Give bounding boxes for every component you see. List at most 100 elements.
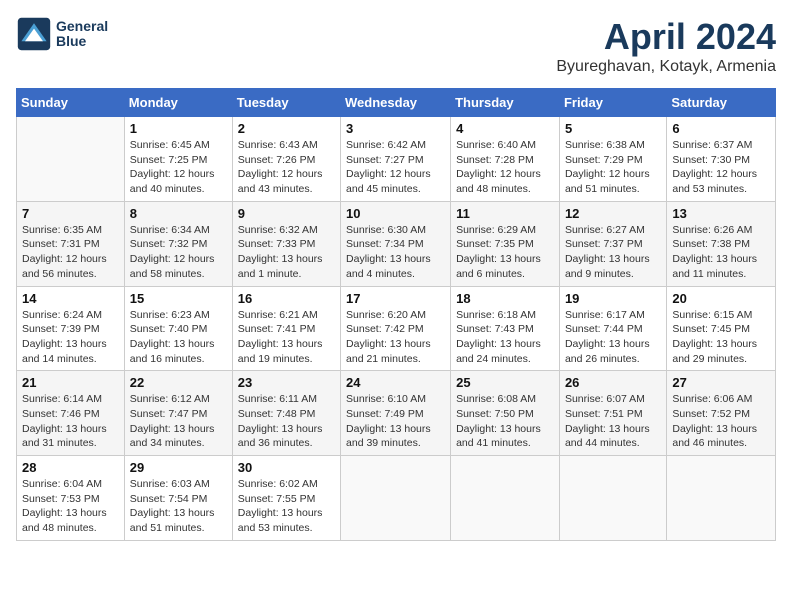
cell-info: Sunrise: 6:21 AMSunset: 7:41 PMDaylight:… — [238, 308, 335, 367]
logo-line1: General — [56, 19, 108, 34]
day-number: 24 — [346, 375, 445, 390]
cell-info: Sunrise: 6:18 AMSunset: 7:43 PMDaylight:… — [456, 308, 554, 367]
day-number: 30 — [238, 460, 335, 475]
day-number: 21 — [22, 375, 119, 390]
calendar-cell: 14Sunrise: 6:24 AMSunset: 7:39 PMDayligh… — [17, 286, 125, 371]
cell-info: Sunrise: 6:10 AMSunset: 7:49 PMDaylight:… — [346, 392, 445, 451]
cell-info: Sunrise: 6:40 AMSunset: 7:28 PMDaylight:… — [456, 138, 554, 197]
calendar-cell: 23 Sunrise: 6:11 AMSunset: 7:48 PMDayligh… — [232, 371, 340, 456]
day-number: 26 — [565, 375, 661, 390]
calendar-cell: 27Sunrise: 6:06 AMSunset: 7:52 PMDayligh… — [667, 371, 776, 456]
calendar-cell: 16 Sunrise: 6:21 AMSunset: 7:41 PMDayligh… — [232, 286, 340, 371]
day-number: 18 — [456, 291, 554, 306]
logo: General Blue — [16, 16, 108, 52]
calendar-cell: 4 Sunrise: 6:40 AMSunset: 7:28 PMDaylight… — [451, 117, 560, 202]
day-number: 3 — [346, 121, 445, 136]
calendar-cell: 15 Sunrise: 6:23 AMSunset: 7:40 PMDayligh… — [124, 286, 232, 371]
cell-info: Sunrise: 6:35 AMSunset: 7:31 PMDaylight:… — [22, 223, 119, 282]
day-number: 16 — [238, 291, 335, 306]
cell-info: Sunrise: 6:27 AMSunset: 7:37 PMDaylight:… — [565, 223, 661, 282]
col-header-thursday: Thursday — [451, 89, 560, 117]
cell-info: Sunrise: 6:17 AMSunset: 7:44 PMDaylight:… — [565, 308, 661, 367]
day-number: 23 — [238, 375, 335, 390]
cell-info: Sunrise: 6:38 AMSunset: 7:29 PMDaylight:… — [565, 138, 661, 197]
cell-info: Sunrise: 6:04 AMSunset: 7:53 PMDaylight:… — [22, 477, 119, 536]
calendar-week-row: 7 Sunrise: 6:35 AMSunset: 7:31 PMDaylight… — [17, 201, 776, 286]
calendar-cell: 1 Sunrise: 6:45 AMSunset: 7:25 PMDaylight… — [124, 117, 232, 202]
cell-info: Sunrise: 6:26 AMSunset: 7:38 PMDaylight:… — [672, 223, 770, 282]
col-header-wednesday: Wednesday — [341, 89, 451, 117]
cell-info: Sunrise: 6:20 AMSunset: 7:42 PMDaylight:… — [346, 308, 445, 367]
calendar-table: SundayMondayTuesdayWednesdayThursdayFrid… — [16, 88, 776, 541]
logo-line2: Blue — [56, 34, 108, 49]
day-number: 15 — [130, 291, 227, 306]
calendar-cell: 12Sunrise: 6:27 AMSunset: 7:37 PMDayligh… — [559, 201, 666, 286]
calendar-cell: 2 Sunrise: 6:43 AMSunset: 7:26 PMDaylight… — [232, 117, 340, 202]
day-number: 1 — [130, 121, 227, 136]
calendar-cell: 29Sunrise: 6:03 AMSunset: 7:54 PMDayligh… — [124, 456, 232, 541]
col-header-sunday: Sunday — [17, 89, 125, 117]
calendar-cell: 17 Sunrise: 6:20 AMSunset: 7:42 PMDayligh… — [341, 286, 451, 371]
day-number: 14 — [22, 291, 119, 306]
cell-info: Sunrise: 6:11 AMSunset: 7:48 PMDaylight:… — [238, 392, 335, 451]
calendar-cell: 10Sunrise: 6:30 AMSunset: 7:34 PMDayligh… — [341, 201, 451, 286]
cell-info: Sunrise: 6:02 AMSunset: 7:55 PMDaylight:… — [238, 477, 335, 536]
calendar-cell: 22 Sunrise: 6:12 AMSunset: 7:47 PMDayligh… — [124, 371, 232, 456]
calendar-cell — [667, 456, 776, 541]
calendar-cell: 19 Sunrise: 6:17 AMSunset: 7:44 PMDayligh… — [559, 286, 666, 371]
cell-info: Sunrise: 6:07 AMSunset: 7:51 PMDaylight:… — [565, 392, 661, 451]
calendar-cell: 6 Sunrise: 6:37 AMSunset: 7:30 PMDaylight… — [667, 117, 776, 202]
calendar-cell: 18 Sunrise: 6:18 AMSunset: 7:43 PMDayligh… — [451, 286, 560, 371]
day-number: 5 — [565, 121, 661, 136]
calendar-week-row: 21Sunrise: 6:14 AMSunset: 7:46 PMDayligh… — [17, 371, 776, 456]
day-number: 29 — [130, 460, 227, 475]
calendar-header-row: SundayMondayTuesdayWednesdayThursdayFrid… — [17, 89, 776, 117]
day-number: 17 — [346, 291, 445, 306]
day-number: 20 — [672, 291, 770, 306]
calendar-cell: 5 Sunrise: 6:38 AMSunset: 7:29 PMDaylight… — [559, 117, 666, 202]
calendar-week-row: 14Sunrise: 6:24 AMSunset: 7:39 PMDayligh… — [17, 286, 776, 371]
calendar-cell: 13 Sunrise: 6:26 AMSunset: 7:38 PMDayligh… — [667, 201, 776, 286]
col-header-saturday: Saturday — [667, 89, 776, 117]
calendar-cell — [341, 456, 451, 541]
day-number: 25 — [456, 375, 554, 390]
day-number: 22 — [130, 375, 227, 390]
cell-info: Sunrise: 6:45 AMSunset: 7:25 PMDaylight:… — [130, 138, 227, 197]
calendar-cell: 7 Sunrise: 6:35 AMSunset: 7:31 PMDaylight… — [17, 201, 125, 286]
page-header: General Blue April 2024 Byureghavan, Kot… — [16, 16, 776, 76]
cell-info: Sunrise: 6:30 AMSunset: 7:34 PMDaylight:… — [346, 223, 445, 282]
col-header-monday: Monday — [124, 89, 232, 117]
cell-info: Sunrise: 6:06 AMSunset: 7:52 PMDaylight:… — [672, 392, 770, 451]
cell-info: Sunrise: 6:42 AMSunset: 7:27 PMDaylight:… — [346, 138, 445, 197]
logo-icon — [16, 16, 52, 52]
day-number: 13 — [672, 206, 770, 221]
day-number: 8 — [130, 206, 227, 221]
calendar-cell: 3 Sunrise: 6:42 AMSunset: 7:27 PMDaylight… — [341, 117, 451, 202]
calendar-week-row: 28Sunrise: 6:04 AMSunset: 7:53 PMDayligh… — [17, 456, 776, 541]
day-number: 6 — [672, 121, 770, 136]
cell-info: Sunrise: 6:34 AMSunset: 7:32 PMDaylight:… — [130, 223, 227, 282]
calendar-cell: 26 Sunrise: 6:07 AMSunset: 7:51 PMDayligh… — [559, 371, 666, 456]
month-title: April 2024 — [556, 16, 776, 58]
cell-info: Sunrise: 6:37 AMSunset: 7:30 PMDaylight:… — [672, 138, 770, 197]
col-header-friday: Friday — [559, 89, 666, 117]
calendar-cell: 8 Sunrise: 6:34 AMSunset: 7:32 PMDaylight… — [124, 201, 232, 286]
calendar-cell: 25 Sunrise: 6:08 AMSunset: 7:50 PMDayligh… — [451, 371, 560, 456]
calendar-cell: 30 Sunrise: 6:02 AMSunset: 7:55 PMDayligh… — [232, 456, 340, 541]
calendar-cell — [451, 456, 560, 541]
cell-info: Sunrise: 6:43 AMSunset: 7:26 PMDaylight:… — [238, 138, 335, 197]
cell-info: Sunrise: 6:12 AMSunset: 7:47 PMDaylight:… — [130, 392, 227, 451]
calendar-cell: 24 Sunrise: 6:10 AMSunset: 7:49 PMDayligh… — [341, 371, 451, 456]
day-number: 11 — [456, 206, 554, 221]
cell-info: Sunrise: 6:23 AMSunset: 7:40 PMDaylight:… — [130, 308, 227, 367]
cell-info: Sunrise: 6:29 AMSunset: 7:35 PMDaylight:… — [456, 223, 554, 282]
day-number: 7 — [22, 206, 119, 221]
cell-info: Sunrise: 6:08 AMSunset: 7:50 PMDaylight:… — [456, 392, 554, 451]
day-number: 2 — [238, 121, 335, 136]
day-number: 19 — [565, 291, 661, 306]
cell-info: Sunrise: 6:15 AMSunset: 7:45 PMDaylight:… — [672, 308, 770, 367]
calendar-cell: 11 Sunrise: 6:29 AMSunset: 7:35 PMDayligh… — [451, 201, 560, 286]
title-area: April 2024 Byureghavan, Kotayk, Armenia — [556, 16, 776, 76]
calendar-cell: 9Sunrise: 6:32 AMSunset: 7:33 PMDaylight… — [232, 201, 340, 286]
day-number: 4 — [456, 121, 554, 136]
